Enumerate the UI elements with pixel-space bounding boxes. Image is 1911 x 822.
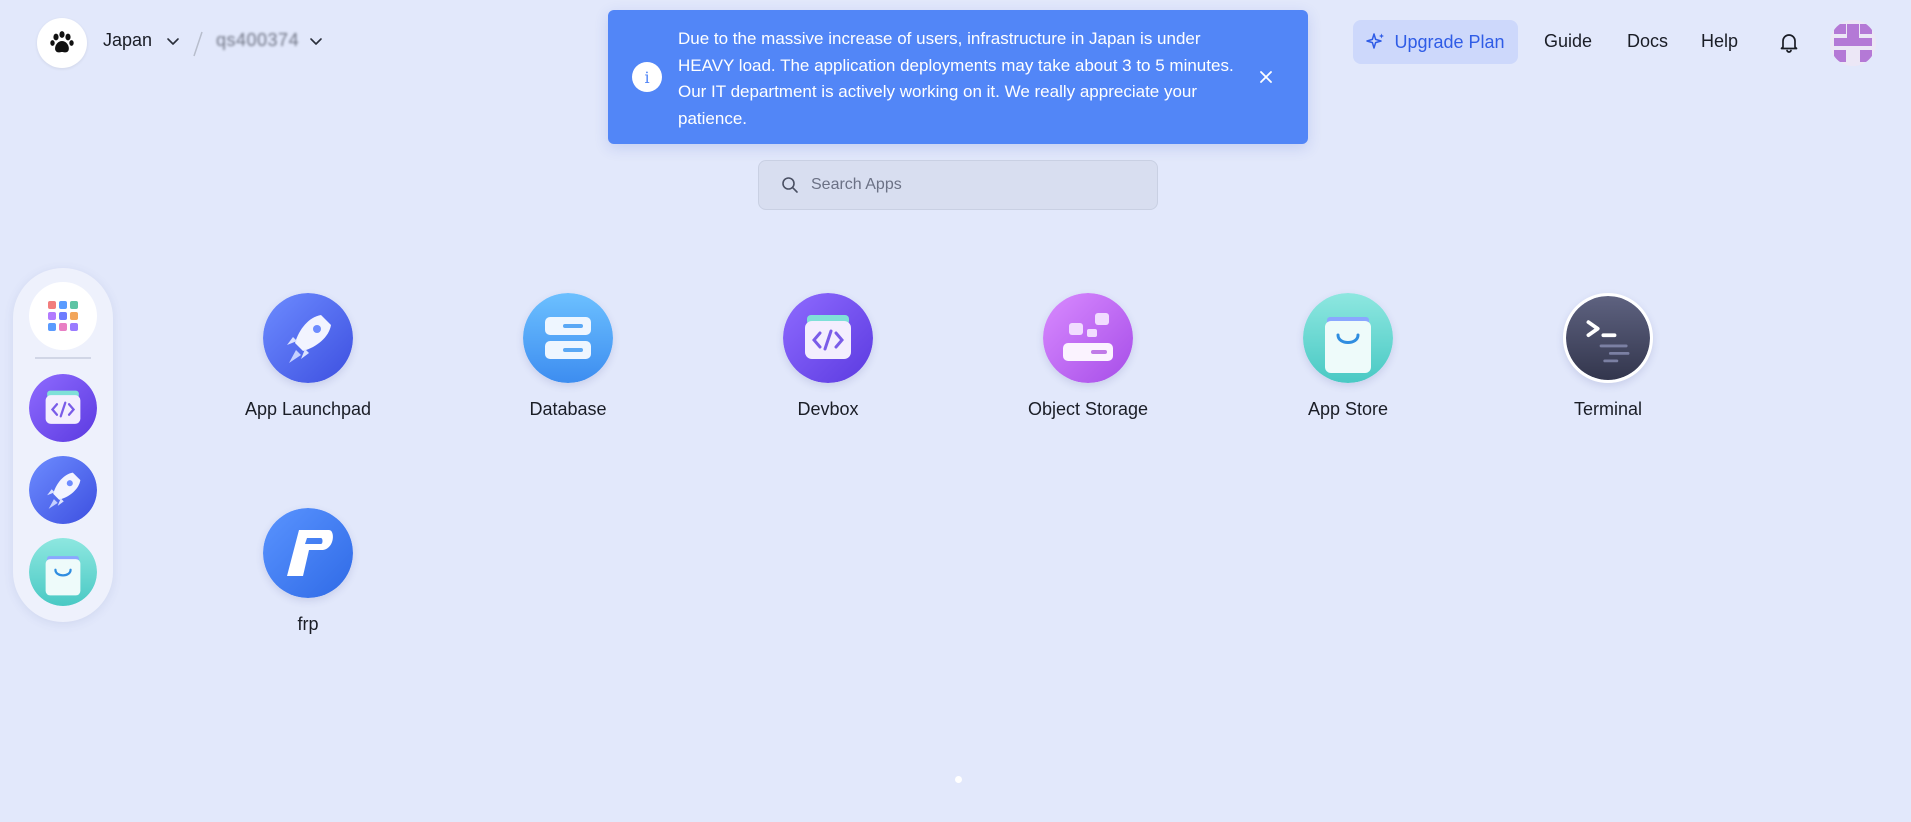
app-label: Devbox xyxy=(797,399,859,419)
rocket-icon xyxy=(263,293,353,383)
dock-app-store[interactable] xyxy=(29,538,97,606)
guide-link[interactable]: Guide xyxy=(1544,31,1592,52)
upgrade-plan-button[interactable]: Upgrade Plan xyxy=(1353,20,1518,64)
dock-app-launchpad[interactable] xyxy=(29,456,97,524)
info-icon: i xyxy=(632,62,662,92)
app-object-storage[interactable]: Object Storage xyxy=(998,293,1178,420)
app-label: Terminal xyxy=(1573,399,1643,419)
app-app-store[interactable]: App Store xyxy=(1258,293,1438,420)
sparkle-icon xyxy=(1366,33,1385,49)
app-app-launchpad[interactable]: App Launchpad xyxy=(218,293,398,420)
notice-text: Due to the massive increase of users, in… xyxy=(678,29,1234,128)
search-box[interactable] xyxy=(758,160,1158,210)
identicon-icon xyxy=(1830,20,1876,66)
database-icon xyxy=(523,293,613,383)
workspace-selector[interactable]: qs400374 xyxy=(216,30,323,51)
chevron-down-icon xyxy=(166,34,180,48)
dock-devbox[interactable] xyxy=(29,374,97,442)
close-icon[interactable] xyxy=(1258,69,1274,90)
region-label: Japan xyxy=(103,30,153,50)
chevron-down-icon xyxy=(309,34,323,48)
app-frp[interactable]: frp xyxy=(218,508,398,635)
devbox-icon xyxy=(29,374,97,442)
region-selector[interactable]: Japan xyxy=(103,30,180,51)
page-indicator[interactable] xyxy=(955,776,962,783)
search-icon xyxy=(782,177,798,193)
app-label: App Store xyxy=(1307,399,1389,419)
dock-all-apps[interactable] xyxy=(29,282,97,350)
all-apps-icon xyxy=(48,301,78,331)
app-label: frp xyxy=(297,614,319,634)
app-label: App Launchpad xyxy=(244,399,372,419)
paw-icon xyxy=(50,31,74,53)
dock-divider xyxy=(35,357,91,359)
workspace-id: qs400374 xyxy=(216,30,300,50)
search-input[interactable] xyxy=(811,176,1131,194)
brand-logo[interactable] xyxy=(37,18,87,68)
rocket-icon xyxy=(29,456,97,524)
app-label: Database xyxy=(529,399,607,419)
notice-banner: i Due to the massive increase of users, … xyxy=(608,10,1308,144)
object-storage-icon xyxy=(1043,293,1133,383)
breadcrumb-separator xyxy=(192,30,204,62)
upgrade-plan-label: Upgrade Plan xyxy=(1394,31,1505,52)
app-database[interactable]: Database xyxy=(478,293,658,420)
avatar[interactable] xyxy=(1830,20,1876,66)
shopping-bag-icon xyxy=(1303,293,1393,383)
terminal-icon xyxy=(1563,293,1653,383)
app-terminal[interactable]: Terminal xyxy=(1518,293,1698,420)
help-link[interactable]: Help xyxy=(1701,31,1738,52)
docs-link[interactable]: Docs xyxy=(1627,31,1668,52)
shopping-bag-icon xyxy=(29,538,97,606)
app-dock xyxy=(13,268,113,622)
app-label: Object Storage xyxy=(1027,399,1149,419)
frp-icon xyxy=(263,508,353,598)
app-devbox[interactable]: Devbox xyxy=(738,293,918,420)
devbox-icon xyxy=(783,293,873,383)
bell-icon[interactable] xyxy=(1777,30,1801,59)
